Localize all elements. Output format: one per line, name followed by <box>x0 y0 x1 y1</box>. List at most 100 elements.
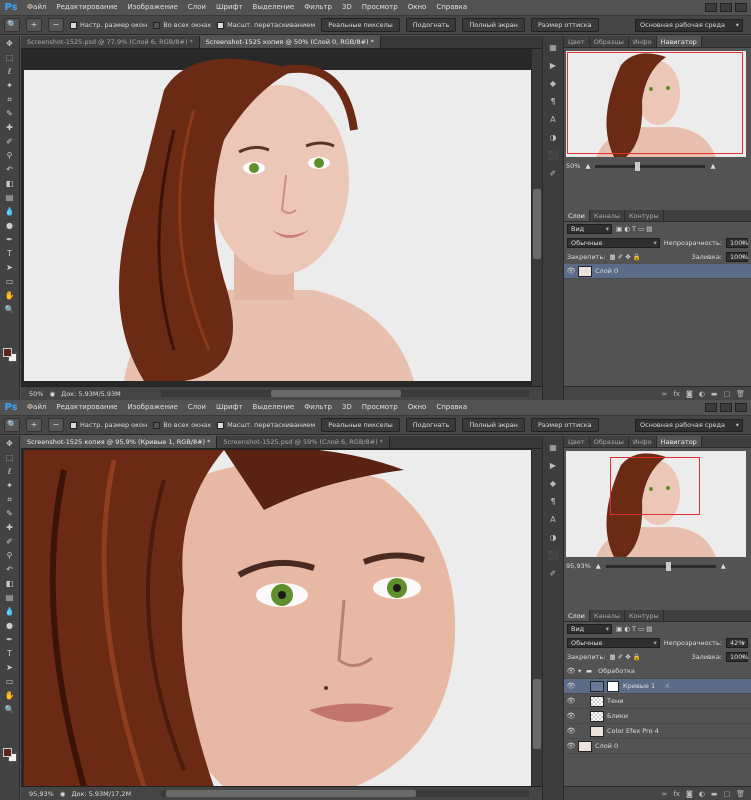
visibility-eye-icon[interactable]: 👁 <box>564 697 578 705</box>
all-windows-checkbox[interactable]: Во всех окнах <box>153 21 211 29</box>
lock-icons[interactable]: ▦ ✐ ✥ 🔒 <box>609 653 640 661</box>
eyedropper-icon[interactable]: ✎ <box>3 108 17 120</box>
layer-filter-select[interactable]: Вид <box>567 224 612 234</box>
menu-image[interactable]: Изображение <box>122 0 182 15</box>
navigator-zoom-slider[interactable] <box>595 161 706 171</box>
layer-filter-select[interactable]: Вид <box>567 624 612 634</box>
navigator-thumbnail[interactable] <box>566 51 746 157</box>
zoom-tool-icon[interactable]: 🔍 <box>4 18 20 32</box>
zoom-out-small-icon[interactable]: ▲ <box>585 162 590 170</box>
link-icon[interactable]: ∞ <box>662 790 668 798</box>
doc-tab[interactable]: Screenshot-1525.psd @ 77,9% (Слой 6, RGB… <box>21 36 200 48</box>
visibility-eye-icon[interactable]: 👁 <box>564 267 578 275</box>
horizontal-scrollbar[interactable] <box>161 390 529 397</box>
fx-icon[interactable]: fx <box>673 390 680 398</box>
brush-tool-icon[interactable]: ✐ <box>3 536 17 548</box>
zoom-in-icon[interactable]: + <box>26 418 42 432</box>
marquee-tool-icon[interactable]: ⬚ <box>3 52 17 64</box>
visibility-eye-icon[interactable]: 👁 <box>564 682 578 690</box>
menu-help[interactable]: Справка <box>431 400 472 415</box>
actions-icon[interactable]: ▶ <box>547 460 559 472</box>
foreground-color-swatch[interactable] <box>3 748 12 757</box>
opacity-input[interactable]: 42% <box>726 638 748 648</box>
workspace-select[interactable]: Основная рабочая среда <box>635 19 743 32</box>
actual-pixels-button[interactable]: Реальные пикселы <box>321 18 400 32</box>
tab-swatches[interactable]: Образцы <box>590 436 629 447</box>
new-layer-icon[interactable]: ▢ <box>723 390 730 398</box>
3d-icon[interactable]: ◆ <box>547 78 559 90</box>
styles-icon[interactable]: ⬛ <box>547 550 559 562</box>
actual-pixels-button[interactable]: Реальные пикселы <box>321 418 400 432</box>
all-windows-checkbox[interactable]: Во всех окнах <box>153 421 211 429</box>
mask-icon[interactable]: ◙ <box>686 390 693 398</box>
tab-channels[interactable]: Каналы <box>590 210 626 221</box>
image-canvas[interactable] <box>24 50 531 381</box>
shape-tool-icon[interactable]: ▭ <box>3 276 17 288</box>
brush-presets-icon[interactable]: ✐ <box>547 168 559 180</box>
dodge-tool-icon[interactable]: ● <box>3 220 17 232</box>
character-icon[interactable]: A <box>547 114 559 126</box>
character-icon[interactable]: A <box>547 514 559 526</box>
layer-row-selected[interactable]: 👁 Кривые 1 ☝ <box>564 679 751 694</box>
clone-stamp-icon[interactable]: ⚲ <box>3 150 17 162</box>
minimize-icon[interactable] <box>705 3 717 12</box>
menu-view[interactable]: Просмотр <box>357 0 403 15</box>
gradient-tool-icon[interactable]: ▤ <box>3 592 17 604</box>
group-expand-icon[interactable]: ▾ <box>578 667 586 675</box>
menu-edit[interactable]: Редактирование <box>51 400 122 415</box>
tab-layers[interactable]: Слои <box>564 610 590 621</box>
lasso-tool-icon[interactable]: ℓ <box>3 66 17 78</box>
zoom-level[interactable]: 95,93% <box>29 790 54 798</box>
eraser-icon[interactable]: ◧ <box>3 178 17 190</box>
brush-presets-icon[interactable]: ✐ <box>547 568 559 580</box>
hand-tool-icon[interactable]: ✋ <box>3 690 17 702</box>
menu-select[interactable]: Выделение <box>248 0 300 15</box>
menu-type[interactable]: Шрифт <box>211 400 248 415</box>
clone-stamp-icon[interactable]: ⚲ <box>3 550 17 562</box>
tab-color[interactable]: Цвет <box>564 436 590 447</box>
zoom-in-icon[interactable]: + <box>26 18 42 32</box>
eraser-icon[interactable]: ◧ <box>3 578 17 590</box>
zoom-out-small-icon[interactable]: ▲ <box>596 562 601 570</box>
zoom-level[interactable]: 50% <box>29 390 43 398</box>
shape-tool-icon[interactable]: ▭ <box>3 676 17 688</box>
tab-paths[interactable]: Контуры <box>625 210 664 221</box>
zoom-out-icon[interactable]: − <box>48 418 64 432</box>
navigator-view-box[interactable] <box>567 52 743 154</box>
pen-tool-icon[interactable]: ✒ <box>3 634 17 646</box>
filter-icons[interactable]: ▣ ◐ T ▭ ▤ <box>616 225 652 233</box>
mask-icon[interactable]: ◙ <box>686 790 693 798</box>
tab-paths[interactable]: Контуры <box>625 610 664 621</box>
healing-brush-icon[interactable]: ✚ <box>3 122 17 134</box>
adjustments-icon[interactable]: ◑ <box>547 132 559 144</box>
pen-tool-icon[interactable]: ✒ <box>3 234 17 246</box>
tab-swatches[interactable]: Образцы <box>590 36 629 47</box>
fit-screen-button[interactable]: Подогнать <box>405 418 457 432</box>
doc-tab-active[interactable]: Screenshot-1525 копия @ 95,9% (Кривые 1,… <box>21 436 218 448</box>
filter-icons[interactable]: ▣ ◐ T ▭ ▤ <box>616 625 652 633</box>
full-screen-button[interactable]: Полный экран <box>462 18 525 32</box>
tab-channels[interactable]: Каналы <box>590 610 626 621</box>
adjustment-icon[interactable]: ◐ <box>699 390 705 398</box>
zoom-tool-icon[interactable]: 🔍 <box>4 418 20 432</box>
tab-navigator[interactable]: Навигатор <box>656 36 702 47</box>
eyedropper-icon[interactable]: ✎ <box>3 508 17 520</box>
layer-row[interactable]: 👁 Тени <box>564 694 751 709</box>
resize-windows-checkbox[interactable]: Настр. размер окон <box>70 421 147 429</box>
tab-info[interactable]: Инфо <box>629 436 657 447</box>
blur-tool-icon[interactable]: 💧 <box>3 206 17 218</box>
tab-color[interactable]: Цвет <box>564 36 590 47</box>
trash-icon[interactable]: 🗑 <box>736 390 745 398</box>
print-size-button[interactable]: Размер оттиска <box>530 18 599 32</box>
menu-3d[interactable]: 3D <box>337 400 357 415</box>
navigator-zoom-slider[interactable] <box>605 561 716 571</box>
menu-window[interactable]: Окно <box>403 400 432 415</box>
tab-info[interactable]: Инфо <box>629 36 657 47</box>
visibility-eye-icon[interactable]: 👁 <box>564 727 578 735</box>
layer-row[interactable]: 👁 Color Efex Pro 4 <box>564 724 751 739</box>
navigator-zoom-value[interactable]: 50% <box>566 162 580 170</box>
visibility-eye-icon[interactable]: 👁 <box>564 742 578 750</box>
zoom-out-icon[interactable]: − <box>48 18 64 32</box>
new-layer-icon[interactable]: ▢ <box>723 790 730 798</box>
menu-3d[interactable]: 3D <box>337 0 357 15</box>
